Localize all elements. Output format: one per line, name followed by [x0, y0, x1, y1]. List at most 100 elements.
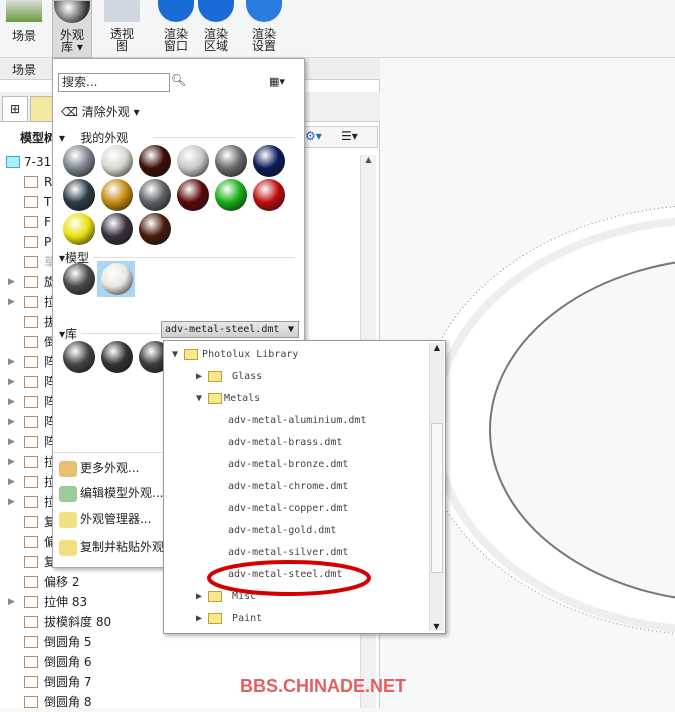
perspective-view-button[interactable]: 透视图 [102, 0, 142, 58]
model-tree-header: 模型树 [20, 131, 57, 145]
copy-paste-appearance-item[interactable]: 复制并粘贴外观 [59, 535, 164, 559]
render-region-button[interactable]: 渲染 区域 [196, 0, 236, 58]
appearance-swatch[interactable] [177, 145, 209, 177]
appearance-swatch[interactable] [101, 213, 133, 245]
appearance-swatch[interactable] [139, 213, 171, 245]
tree-item-label: T [44, 195, 52, 209]
expand-arrow-icon[interactable]: ▶ [8, 452, 15, 472]
appearance-swatch[interactable] [253, 179, 285, 211]
show-list-icon[interactable]: ☰▾ [341, 129, 358, 143]
metal-file-item[interactable]: adv-metal-gold.dmt [228, 521, 336, 541]
scene-button[interactable]: 场景 [4, 0, 44, 58]
feature-icon [24, 536, 38, 548]
expand-arrow-icon[interactable]: ▶ [8, 392, 15, 412]
tree-node-root[interactable]: ▼ Photolux Library [172, 345, 298, 365]
selected-value: adv-metal-steel.dmt [165, 324, 280, 335]
palette-icon [59, 460, 77, 477]
feature-icon [24, 296, 38, 308]
expand-arrow-icon[interactable]: ▶ [8, 372, 15, 392]
tree-item-label: 倒圆角 5 [44, 635, 92, 649]
tree-item-label: 拉伸 83 [44, 595, 88, 609]
appearance-swatch[interactable] [101, 263, 133, 295]
view-options-icon[interactable]: ▦▾ [269, 75, 285, 88]
feature-icon [24, 356, 38, 368]
feature-icon [24, 596, 38, 608]
appearance-swatch[interactable] [63, 179, 95, 211]
expand-arrow-icon[interactable]: ▶ [8, 592, 15, 612]
feature-icon [24, 176, 38, 188]
feature-icon [24, 276, 38, 288]
label: 设置 [251, 39, 276, 53]
search-input[interactable]: 搜索... [58, 73, 170, 92]
teapot-region-icon [198, 0, 234, 22]
tree-node-glass[interactable]: ▶ Glass [196, 367, 262, 387]
tree-item[interactable]: 倒圆角 5 [0, 632, 360, 652]
expand-arrow-icon[interactable]: ▶ [8, 492, 15, 512]
metal-file-item[interactable]: adv-metal-brass.dmt [228, 433, 342, 453]
edit-model-appearance-item[interactable]: 编辑模型外观... [59, 481, 163, 505]
expand-arrow-icon[interactable]: ▶ [8, 472, 15, 492]
scene-label: 场景 [11, 29, 36, 43]
settings-icon[interactable]: ⚙▾ [305, 129, 322, 143]
tree-item-label: 偏移 2 [44, 575, 80, 589]
label: 区域 [203, 39, 228, 53]
tree-node-paint[interactable]: ▶ Paint [196, 609, 262, 629]
render-window-button[interactable]: 渲染 窗口 [156, 0, 196, 58]
appearance-swatch[interactable] [63, 263, 95, 295]
library-selector[interactable]: adv-metal-steel.dmt ▼ [161, 321, 299, 338]
feature-icon [24, 656, 38, 668]
feature-icon [24, 336, 38, 348]
appearance-swatch[interactable] [177, 179, 209, 211]
feature-icon [24, 456, 38, 468]
tree-item[interactable]: 倒圆角 6 [0, 652, 360, 672]
metal-file-item[interactable]: adv-metal-copper.dmt [228, 499, 348, 519]
feature-icon [24, 416, 38, 428]
appearance-swatch[interactable] [139, 179, 171, 211]
appearance-swatch[interactable] [215, 179, 247, 211]
folder-icon [208, 612, 223, 624]
tree-item-label: 拔模斜度 80 [44, 615, 112, 629]
expand-arrow-icon[interactable]: ▶ [8, 352, 15, 372]
appearance-manager-item[interactable]: 外观管理器... [59, 507, 151, 531]
more-appearances-item[interactable]: 更多外观... [59, 456, 139, 480]
clear-appearance-button[interactable]: ⌫ 清除外观 ▾ [61, 103, 140, 120]
scroll-thumb[interactable] [431, 423, 443, 573]
perspective-icon [104, 0, 140, 22]
feature-icon [24, 516, 38, 528]
my-appearances-header[interactable]: ▾ 我的外观 [59, 129, 128, 146]
feature-icon [24, 236, 38, 248]
tree-node-metals[interactable]: ▼ Metals [196, 389, 260, 409]
chevron-down-icon: ▼ [287, 324, 294, 335]
appearance-swatch[interactable] [139, 145, 171, 177]
render-settings-button[interactable]: 渲染 设置 [244, 0, 284, 58]
tree-item-label: 倒圆角 7 [44, 675, 92, 689]
label: Glass [232, 371, 263, 382]
feature-icon [24, 376, 38, 388]
appearance-swatch[interactable] [101, 179, 133, 211]
appearance-swatch[interactable] [63, 145, 95, 177]
open-folder-icon [184, 348, 199, 360]
tree-item-label: P [44, 235, 52, 249]
expand-arrow-icon[interactable]: ▶ [8, 292, 15, 312]
tree-item-label: 倒圆角 6 [44, 655, 92, 669]
appearance-swatch[interactable] [63, 213, 95, 245]
library-section-header[interactable]: ▾库 [59, 325, 77, 342]
search-icon[interactable]: 🔍︎ [171, 73, 186, 87]
model-tree-tab[interactable]: ⊞ [2, 96, 28, 122]
metal-file-item[interactable]: adv-metal-bronze.dmt [228, 455, 348, 475]
appearance-library-button[interactable]: 外观库 ▾ [52, 0, 92, 58]
appearance-swatch[interactable] [63, 341, 95, 373]
expand-arrow-icon[interactable]: ▶ [8, 272, 15, 292]
metal-file-item[interactable]: adv-metal-chrome.dmt [228, 477, 348, 497]
appearance-swatch[interactable] [215, 145, 247, 177]
library-scrollbar[interactable]: ▲ ▼ [429, 343, 444, 631]
label: 窗口 [163, 39, 188, 53]
group-label: 场景 [12, 63, 37, 77]
label: Paint [232, 613, 263, 624]
appearance-swatch[interactable] [101, 341, 133, 373]
expand-arrow-icon[interactable]: ▶ [8, 432, 15, 452]
appearance-swatch[interactable] [253, 145, 285, 177]
expand-arrow-icon[interactable]: ▶ [8, 412, 15, 432]
appearance-swatch[interactable] [101, 145, 133, 177]
metal-file-item[interactable]: adv-metal-aluminium.dmt [228, 411, 366, 431]
